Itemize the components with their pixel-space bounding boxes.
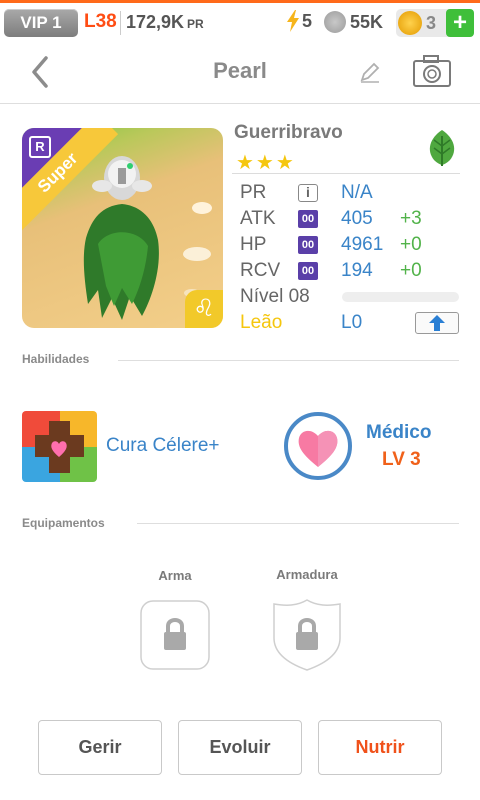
stat-value: 194 <box>341 260 373 281</box>
pencil-icon[interactable] <box>358 60 382 84</box>
stat-row-rcv: RCV 00 194 +0 <box>240 260 464 286</box>
gems-counter[interactable]: 3 + <box>396 9 474 37</box>
camera-icon[interactable] <box>412 54 452 88</box>
leader-skill-level: LV 3 <box>382 449 421 470</box>
feed-button[interactable]: Nutrir <box>318 720 442 775</box>
header: Pearl <box>0 40 480 104</box>
divider <box>118 360 459 361</box>
section-title-skills: Habilidades <box>22 352 90 366</box>
heal-cross-icon <box>22 411 97 482</box>
section-title-equipment: Equipamentos <box>22 516 105 530</box>
coins-value: 55K <box>350 11 384 32</box>
armor-slot-lock-icon[interactable] <box>272 598 342 672</box>
power-unit: PR <box>187 17 204 31</box>
up-arrow-icon <box>429 315 445 331</box>
infinity-icon: 00 <box>298 210 318 228</box>
coins-counter[interactable]: 55K <box>324 11 383 33</box>
info-icon[interactable]: i <box>298 184 318 202</box>
infinity-icon: 00 <box>298 236 318 254</box>
leaf-icon <box>429 130 455 166</box>
zodiac-level: L0 <box>341 312 363 333</box>
zodiac-label: Leão <box>240 312 283 333</box>
divider <box>120 11 121 35</box>
level-label: Nível 08 <box>240 286 310 307</box>
gems-value: 3 <box>426 12 437 33</box>
stat-row-hp: HP 00 4961 +0 <box>240 234 464 260</box>
leader-skill-name[interactable]: Médico <box>366 422 431 444</box>
stat-bonus: +0 <box>400 234 422 255</box>
manage-button[interactable]: Gerir <box>38 720 162 775</box>
active-skill-icon[interactable] <box>22 411 97 482</box>
stat-label: ATK <box>240 208 276 229</box>
stat-bonus: +0 <box>400 260 422 281</box>
stat-row-pr: PR i N/A <box>240 182 464 208</box>
energy-value: 5 <box>302 10 313 31</box>
page-title: Pearl <box>213 58 267 83</box>
leader-skill-heart-icon[interactable] <box>283 411 353 481</box>
player-level: L38 <box>84 11 117 32</box>
stat-value: 4961 <box>341 234 384 255</box>
stat-label: RCV <box>240 260 281 281</box>
weapon-label: Arma <box>158 568 192 583</box>
stat-row-atk: ATK 00 405 +3 <box>240 208 464 234</box>
monster-card[interactable]: Super R ♌ <box>22 128 223 328</box>
vip-badge[interactable]: VIP 1 <box>4 9 78 37</box>
stat-label: HP <box>240 234 267 255</box>
infinity-icon: 00 <box>298 262 318 280</box>
rarity-icon: R <box>29 136 51 158</box>
stat-value: 405 <box>341 208 373 229</box>
power-value: 172,9K PR <box>126 12 204 33</box>
energy-counter[interactable]: 5 <box>286 10 312 32</box>
gold-coin-icon <box>398 11 422 35</box>
evolve-button[interactable]: Evoluir <box>178 720 302 775</box>
leo-zodiac-icon: ♌ <box>185 290 223 328</box>
armor-label: Armadura <box>276 567 338 582</box>
star-rating: ★★★ <box>236 152 296 174</box>
stat-value: N/A <box>341 182 373 203</box>
weapon-slot-lock-icon[interactable] <box>140 600 210 670</box>
stat-bonus: +3 <box>400 208 422 229</box>
divider <box>137 523 459 524</box>
add-gems-button[interactable]: + <box>446 9 474 37</box>
lightning-icon <box>287 10 299 32</box>
stat-label: PR <box>240 182 267 203</box>
paw-coin-icon <box>324 11 346 33</box>
status-bar: VIP 1 L38 172,9K PR 5 55K 3 + <box>0 0 480 40</box>
active-skill-name[interactable]: Cura Célere+ <box>106 435 220 457</box>
zodiac-upgrade-button[interactable] <box>415 312 459 334</box>
monster-name: Guerribravo <box>234 122 343 143</box>
xp-progress-bar <box>342 292 459 302</box>
power-number: 172,9K <box>126 12 185 32</box>
divider <box>232 173 460 174</box>
